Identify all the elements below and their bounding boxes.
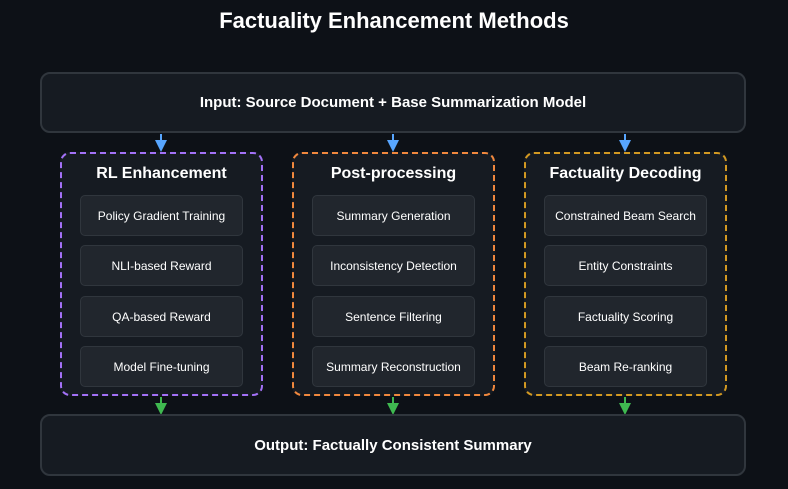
method-panel-decoding: Factuality Decoding Constrained Beam Sea…	[524, 152, 727, 396]
method-step: NLI-based Reward	[80, 245, 243, 286]
method-step: Summary Reconstruction	[312, 346, 475, 387]
method-step: Summary Generation	[312, 195, 475, 236]
output-box: Output: Factually Consistent Summary	[40, 414, 746, 476]
method-title: Post-processing	[330, 165, 457, 182]
method-step: Sentence Filtering	[312, 296, 475, 337]
method-panel-rl: RL Enhancement Policy Gradient Training …	[60, 152, 263, 396]
method-step: Inconsistency Detection	[312, 245, 475, 286]
method-step: QA-based Reward	[80, 296, 243, 337]
method-step: Constrained Beam Search	[544, 195, 707, 236]
method-step: Entity Constraints	[544, 245, 707, 286]
method-step: Beam Re-ranking	[544, 346, 707, 387]
method-panel-postprocessing: Post-processing Summary Generation Incon…	[292, 152, 495, 396]
method-title: RL Enhancement	[96, 165, 227, 182]
method-step: Policy Gradient Training	[80, 195, 243, 236]
output-label: Output: Factually Consistent Summary	[254, 436, 532, 454]
diagram-canvas: Factuality Enhancement Methods Input: So…	[0, 0, 788, 489]
method-step: Factuality Scoring	[544, 296, 707, 337]
method-title: Factuality Decoding	[549, 165, 702, 182]
method-step: Model Fine-tuning	[80, 346, 243, 387]
